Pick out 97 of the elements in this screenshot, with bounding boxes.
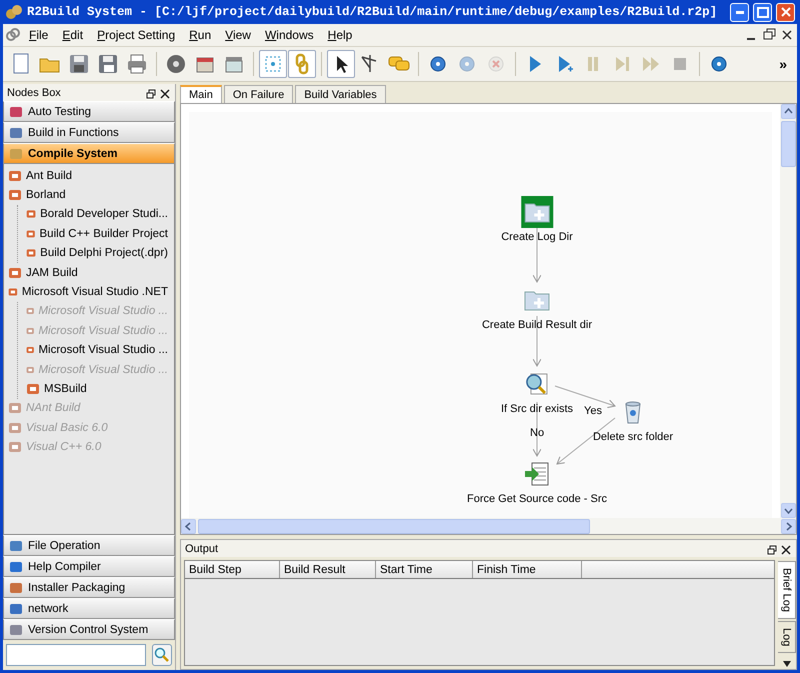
tree-item[interactable]: Build Delphi Project(.dpr) bbox=[18, 244, 174, 263]
category-icon bbox=[9, 146, 23, 160]
task-node-icon[interactable] bbox=[521, 196, 553, 228]
close-icon bbox=[780, 7, 790, 17]
side-tab[interactable]: Log bbox=[778, 621, 796, 654]
vertical-scrollbar[interactable] bbox=[780, 104, 796, 518]
tab[interactable]: On Failure bbox=[224, 85, 294, 103]
close-icon bbox=[782, 30, 792, 40]
category-tab[interactable]: Auto Testing bbox=[3, 101, 175, 122]
scroll-thumb[interactable] bbox=[198, 518, 590, 534]
maximize-icon bbox=[756, 6, 768, 18]
maximize-button[interactable] bbox=[753, 2, 772, 22]
restore-icon bbox=[762, 28, 776, 40]
restore-button[interactable] bbox=[145, 86, 157, 98]
scroll-left-button[interactable] bbox=[181, 518, 196, 534]
panel-title: Nodes Box bbox=[7, 86, 62, 98]
menu-item[interactable]: Run bbox=[183, 27, 218, 43]
tree-item[interactable]: Microsoft Visual Studio ... bbox=[18, 340, 174, 360]
tree-item[interactable]: Borald Developer Studi... bbox=[18, 204, 174, 224]
node-label: Force Get Source code - Src bbox=[467, 493, 607, 505]
menu-item[interactable]: Project Setting bbox=[91, 27, 182, 43]
category-tab[interactable]: Version Control System bbox=[3, 619, 175, 640]
restore-icon bbox=[146, 88, 156, 98]
node-label: Delete src folder bbox=[592, 431, 674, 443]
restore-button[interactable] bbox=[766, 542, 778, 554]
column-header[interactable]: Finish Time bbox=[473, 561, 582, 578]
menu-item[interactable]: Help bbox=[322, 27, 358, 43]
node-label: Create Log Dir bbox=[501, 231, 573, 243]
node-type-icon bbox=[8, 420, 22, 435]
branch-label: No bbox=[530, 427, 544, 439]
tree-item[interactable]: Microsoft Visual Studio .NET bbox=[4, 282, 174, 302]
overflow-button[interactable]: » bbox=[773, 55, 793, 73]
down-arrow-icon bbox=[783, 661, 791, 667]
node-type-icon bbox=[8, 188, 22, 202]
scroll-down-button[interactable] bbox=[780, 503, 796, 518]
panel-title: Output bbox=[185, 542, 220, 554]
window-title: R2Build System - [C:/ljf/project/dailybuild/R2Build/main/runtime/debug/examples/R2Build.r2p] bbox=[27, 5, 718, 19]
tab[interactable]: Main bbox=[180, 85, 222, 103]
node-type-icon bbox=[8, 168, 22, 183]
column-header[interactable]: Start Time bbox=[376, 561, 473, 578]
branch-label: Yes bbox=[584, 405, 602, 417]
tree-item[interactable]: Build C++ Builder Project bbox=[18, 224, 174, 244]
menu-item[interactable]: Edit bbox=[56, 27, 90, 43]
disc-icon bbox=[164, 52, 188, 76]
scroll-thumb[interactable] bbox=[780, 121, 796, 167]
search-button[interactable] bbox=[152, 644, 172, 666]
search-field[interactable] bbox=[6, 644, 146, 666]
node-type-icon bbox=[8, 401, 22, 416]
category-tab[interactable]: Help Compiler bbox=[3, 556, 175, 577]
menu-item[interactable]: View bbox=[219, 27, 257, 43]
node-type-icon bbox=[8, 266, 22, 280]
close-button[interactable] bbox=[776, 2, 795, 22]
category-icon bbox=[9, 104, 23, 118]
floppy-icon bbox=[67, 52, 91, 76]
scroll-up-button[interactable] bbox=[780, 104, 796, 119]
node-label: Create Build Result dir bbox=[482, 319, 592, 331]
category-tab[interactable]: Installer Packaging bbox=[3, 577, 175, 598]
category-tab[interactable]: File Operation bbox=[3, 535, 175, 556]
floppy-icon bbox=[96, 52, 120, 76]
node-type-icon bbox=[8, 440, 22, 454]
restore-icon bbox=[767, 544, 777, 554]
menu-item[interactable]: File bbox=[23, 27, 54, 43]
app-icon bbox=[5, 4, 23, 20]
minimize-icon bbox=[736, 10, 744, 14]
minimize-button[interactable] bbox=[730, 2, 749, 22]
node-type-icon bbox=[26, 382, 40, 396]
column-header[interactable]: Build Result bbox=[280, 561, 376, 578]
close-button[interactable] bbox=[780, 542, 792, 554]
column-header[interactable]: Build Step bbox=[185, 561, 280, 578]
toolbar-button[interactable] bbox=[327, 50, 355, 78]
node-label: If Src dir exists bbox=[500, 403, 574, 415]
category-icon bbox=[9, 126, 23, 140]
category-tab[interactable]: Build in Functions bbox=[3, 122, 175, 143]
category-icon bbox=[9, 560, 23, 574]
category-icon bbox=[9, 538, 23, 552]
tree-item[interactable]: JAM Build bbox=[4, 262, 174, 282]
printer-icon bbox=[125, 52, 149, 76]
category-tab[interactable]: Compile System bbox=[3, 143, 175, 164]
category-icon bbox=[9, 602, 23, 616]
menu-item[interactable]: Windows bbox=[258, 27, 320, 43]
horizontal-scrollbar[interactable] bbox=[181, 518, 796, 534]
side-tab[interactable]: Brief Log bbox=[778, 561, 796, 620]
tree-item[interactable]: Ant Build bbox=[4, 166, 174, 186]
app-icon bbox=[5, 27, 21, 43]
category-icon bbox=[9, 580, 23, 594]
tree-item[interactable]: MSBuild bbox=[18, 379, 174, 399]
category-tab[interactable]: network bbox=[3, 598, 175, 619]
scroll-right-button[interactable] bbox=[781, 518, 796, 534]
tree-item[interactable]: Borland bbox=[4, 185, 174, 205]
minimize-icon bbox=[747, 38, 755, 40]
search-icon bbox=[154, 647, 170, 663]
close-button[interactable] bbox=[159, 86, 171, 98]
tab[interactable]: Build Variables bbox=[295, 85, 386, 103]
restore-button[interactable] bbox=[761, 28, 777, 42]
category-icon bbox=[9, 622, 23, 636]
close-icon bbox=[781, 544, 791, 554]
close-icon bbox=[160, 88, 170, 98]
